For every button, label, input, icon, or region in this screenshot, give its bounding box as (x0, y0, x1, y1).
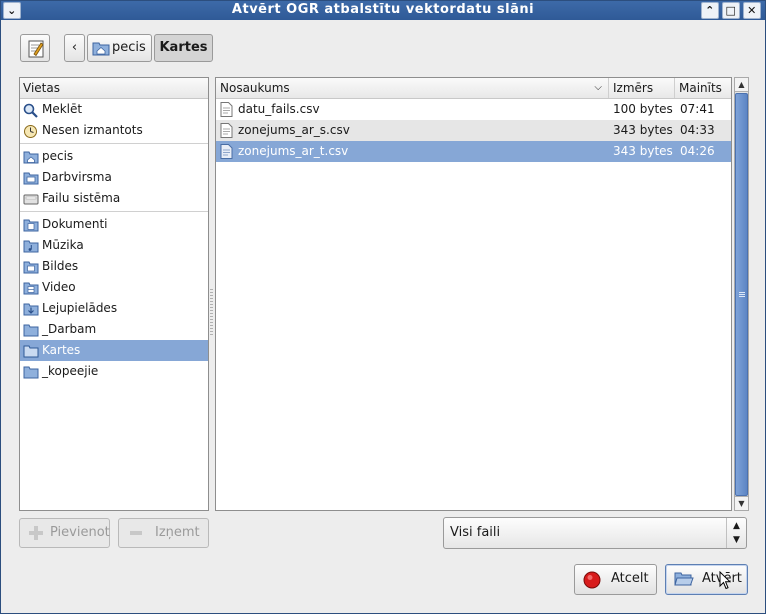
scrollbar-thumb[interactable] (735, 93, 748, 496)
sidebar-item-label: Video (42, 280, 76, 294)
file-chooser-window: ⌄ Atvērt OGR atbalstītu vektordatu slāni… (0, 0, 766, 614)
button-label: Atcelt (611, 571, 649, 586)
shade-icon[interactable]: ⌃ (701, 2, 719, 19)
music-folder-icon (23, 240, 39, 253)
documents-folder-icon (23, 219, 39, 232)
home-folder-icon (23, 151, 39, 164)
file-size: 100 bytes (613, 102, 673, 116)
sidebar-item-label: Failu sistēma (42, 191, 121, 205)
sidebar-item-label: pecis (42, 149, 74, 163)
edit-location-button[interactable] (20, 34, 50, 62)
cancel-button[interactable]: Atcelt (574, 564, 657, 595)
desktop-folder-icon (23, 172, 39, 185)
sidebar-item-label: Mūzika (42, 238, 84, 252)
downloads-folder-icon (23, 303, 39, 316)
sidebar-item-pictures[interactable]: Bildes (20, 256, 208, 277)
sidebar-item-label: _kopeejie (42, 364, 99, 378)
file-row[interactable]: datu_fails.csv 100 bytes 07:41 (216, 99, 731, 120)
title-bar[interactable]: ⌄ Atvērt OGR atbalstītu vektordatu slāni… (1, 1, 765, 20)
file-modified: 04:33 (680, 123, 715, 137)
sidebar-item-label: Darbvirsma (42, 170, 112, 184)
close-icon[interactable]: ✕ (743, 2, 761, 19)
sidebar-item-downloads[interactable]: Lejupielādes (20, 298, 208, 319)
search-icon (23, 103, 38, 118)
sidebar-item-label: _Darbam (42, 322, 97, 336)
plus-icon (29, 526, 43, 540)
stop-icon (583, 571, 601, 589)
add-bookmark-button[interactable]: Pievienot (19, 518, 110, 548)
sidebar-separator (20, 143, 208, 144)
sidebar-item-filesystem[interactable]: Failu sistēma (20, 188, 208, 209)
sidebar-item-label: Nesen izmantots (42, 123, 143, 137)
places-sidebar: Vietas Meklēt Nesen izmantots pecis Darb… (19, 77, 209, 511)
drive-icon (23, 194, 39, 205)
sidebar-item-search[interactable]: Meklēt (20, 99, 208, 120)
file-modified: 07:41 (680, 102, 715, 116)
file-size: 343 bytes (613, 123, 673, 137)
sidebar-item-label: Dokumenti (42, 217, 108, 231)
file-list-header: Nosaukums ⌵ Izmērs Mainīts (216, 78, 731, 99)
sidebar-item-label: Bildes (42, 259, 79, 273)
scroll-up-icon[interactable]: ▲ (735, 78, 748, 92)
minus-icon (130, 531, 142, 535)
sidebar-item-home[interactable]: pecis (20, 146, 208, 167)
file-type-filter-select[interactable]: Visi faili ▲ ▼ (443, 517, 747, 549)
sidebar-item-label: Meklēt (42, 102, 83, 116)
folder-icon (23, 324, 39, 337)
home-folder-icon (92, 42, 110, 56)
sidebar-item-recent[interactable]: Nesen izmantots (20, 120, 208, 141)
clock-icon (24, 125, 37, 138)
open-button[interactable]: Atvērt (665, 564, 748, 595)
file-size: 343 bytes (613, 144, 673, 158)
scroll-down-icon[interactable]: ▼ (735, 496, 748, 510)
sidebar-item-kartes[interactable]: Kartes (20, 340, 208, 361)
pictures-folder-icon (23, 261, 39, 274)
button-label: Pievienot (50, 525, 110, 540)
column-header-size[interactable]: Izmērs (609, 78, 675, 98)
sidebar-item-label: Lejupielādes (42, 301, 118, 315)
file-list: Nosaukums ⌵ Izmērs Mainīts datu_fails.cs… (215, 77, 732, 511)
sidebar-item-video[interactable]: Video (20, 277, 208, 298)
places-header[interactable]: Vietas (20, 78, 208, 99)
file-row[interactable]: zonejums_ar_s.csv 343 bytes 04:33 (216, 120, 731, 141)
text-file-icon (220, 123, 233, 138)
updown-arrows-icon: ▲ ▼ (726, 518, 746, 548)
pane-resize-handle[interactable] (210, 289, 213, 337)
sidebar-item-music[interactable]: Mūzika (20, 235, 208, 256)
sidebar-item-label: Kartes (42, 343, 81, 357)
file-row[interactable]: zonejums_ar_t.csv 343 bytes 04:26 (216, 141, 731, 162)
folder-icon (23, 366, 39, 379)
column-header-modified[interactable]: Mainīts (675, 78, 731, 98)
file-modified: 04:26 (680, 144, 715, 158)
breadcrumb-label: pecis (112, 40, 146, 55)
sidebar-item-desktop[interactable]: Darbvirsma (20, 167, 208, 188)
sidebar-separator (20, 211, 208, 212)
sidebar-item-documents[interactable]: Dokumenti (20, 214, 208, 235)
window-title: Atvērt OGR atbalstītu vektordatu slāni (231, 2, 535, 17)
text-file-icon (220, 144, 233, 159)
breadcrumb-pecis[interactable]: pecis (87, 34, 152, 62)
pencil-icon (28, 40, 44, 58)
column-header-name[interactable]: Nosaukums ⌵ (216, 78, 609, 98)
chevron-left-icon: ‹ (71, 40, 78, 55)
sidebar-item-kopeejie[interactable]: _kopeejie (20, 361, 208, 382)
file-name: zonejums_ar_s.csv (238, 123, 350, 137)
maximize-icon[interactable]: □ (722, 2, 740, 19)
folder-icon (23, 345, 39, 358)
file-name: datu_fails.csv (238, 102, 320, 116)
sort-descending-icon: ⌵ (594, 82, 602, 93)
file-list-scrollbar[interactable]: ▲ ▼ (734, 77, 749, 511)
sidebar-item-darbam[interactable]: _Darbam (20, 319, 208, 340)
video-folder-icon (23, 282, 39, 295)
open-folder-icon (674, 572, 694, 586)
path-back-button[interactable]: ‹ (64, 34, 85, 62)
mouse-cursor-icon (719, 571, 731, 590)
breadcrumb-kartes[interactable]: Kartes (154, 34, 213, 62)
filter-selected-label: Visi faili (450, 525, 501, 540)
text-file-icon (220, 102, 233, 117)
button-label: Izņemt (155, 525, 200, 540)
remove-bookmark-button[interactable]: Izņemt (118, 518, 209, 548)
column-label: Nosaukums (220, 81, 290, 95)
file-name: zonejums_ar_t.csv (238, 144, 349, 158)
